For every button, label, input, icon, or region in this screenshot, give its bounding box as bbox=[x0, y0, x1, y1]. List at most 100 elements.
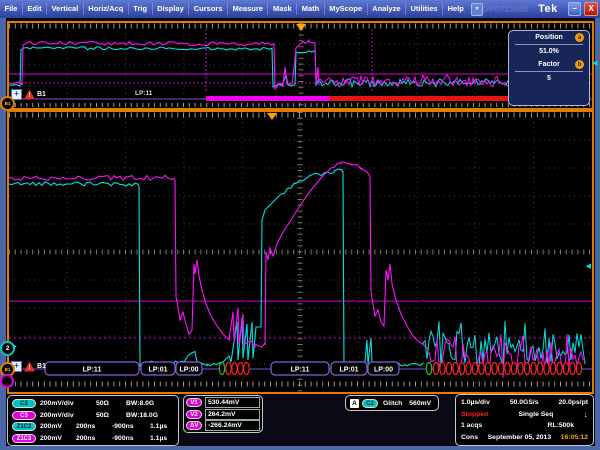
run-state-row: Stopped Single Seq ↓ bbox=[461, 409, 588, 421]
main-waveform-svg: LP:11 LP:01 LP:00 LP:11 LP:01 LP:00 bbox=[9, 112, 592, 392]
acq-count: 1 acqs bbox=[461, 422, 482, 429]
dv-value: -266.24mV bbox=[205, 420, 260, 431]
menu-display[interactable]: Display bbox=[153, 3, 190, 15]
v1-value: 530.44mV bbox=[205, 397, 260, 408]
close-button[interactable]: X bbox=[584, 2, 598, 16]
sample-resolution: 20.0ps/pt bbox=[559, 399, 588, 406]
z1c2-scale: 200mV bbox=[40, 423, 76, 430]
cursor-readout-panel: V1 530.44mV V2 264.2mV ΔV -266.24mV bbox=[183, 395, 263, 433]
overview-waveform-svg bbox=[9, 23, 592, 108]
menu-file[interactable]: File bbox=[0, 3, 23, 15]
overview-bus-b1-marker[interactable]: B1 bbox=[0, 96, 15, 111]
menu-mask[interactable]: Mask bbox=[268, 3, 297, 15]
main-bus-chip: + ! B1 bbox=[11, 361, 46, 372]
trigger-type: Glitch bbox=[383, 400, 402, 407]
overview-bus-chip: + ! B1 bbox=[11, 89, 46, 100]
bus-label: B1 bbox=[37, 363, 46, 370]
v1-badge: V1 bbox=[186, 398, 202, 407]
acq-count-row: 1 acqs RL:500k bbox=[461, 420, 588, 432]
console-label: Cons bbox=[461, 434, 478, 441]
zoom1-ch2-readout-row: Z1C2 200mV 200ns -900ns 1.1µs bbox=[12, 421, 178, 433]
zoom-position-panel: Position a 51.0% Factor b 5 bbox=[508, 30, 590, 106]
svg-text:LP:01: LP:01 bbox=[148, 367, 167, 374]
trigger-level: 560mV bbox=[409, 400, 431, 407]
menu-analyze[interactable]: Analyze bbox=[368, 3, 406, 15]
menu-bar: File Edit Vertical Horiz/Acq Trig Displa… bbox=[0, 0, 600, 18]
acquisition-readout-panel: 1.0µs/div 50.0GS/s 20.0ps/pt Stopped Sin… bbox=[455, 394, 594, 446]
menu-cursors[interactable]: Cursors bbox=[189, 3, 228, 15]
z1c3-position: -900ns bbox=[112, 435, 150, 442]
position-label: Position bbox=[535, 34, 563, 41]
trigger-source-badge: C2 bbox=[362, 399, 378, 408]
v2-badge: V2 bbox=[186, 410, 202, 419]
ch2-arrow-icon: ► bbox=[12, 344, 18, 350]
knob-a-badge[interactable]: a bbox=[575, 33, 584, 42]
z1c2-badge[interactable]: Z1C2 bbox=[12, 422, 36, 431]
z1c2-position: -900ns bbox=[112, 423, 150, 430]
cursor-v2-row: V2 264.2mV bbox=[186, 409, 260, 421]
time-value: 16:05:12 bbox=[561, 434, 588, 441]
a-trigger-icon: A bbox=[350, 399, 359, 408]
record-length: RL:500k bbox=[548, 422, 574, 429]
menu-vertical[interactable]: Vertical bbox=[47, 3, 84, 15]
bus-label: B1 bbox=[37, 91, 46, 98]
zoom1-ch3-readout-row: Z1C3 200mV 200ns -900ns 1.1µs bbox=[12, 433, 178, 445]
z1c3-scale: 200mV bbox=[40, 435, 76, 442]
ch2-readout-row: C2 200mV/div 50Ω BW:8.0G bbox=[12, 398, 178, 410]
bus-warning-icon: ! bbox=[24, 90, 35, 100]
position-value[interactable]: 51.0% bbox=[509, 45, 589, 58]
channel-readout-panel: C2 200mV/div 50Ω BW:8.0G C3 200mV/div 50… bbox=[7, 395, 179, 446]
v2-value: 264.2mV bbox=[205, 409, 260, 420]
svg-text:LP:00: LP:00 bbox=[374, 367, 393, 374]
ch3-position-marker[interactable] bbox=[0, 374, 14, 388]
ch3-bandwidth: BW:18.0G bbox=[126, 412, 158, 419]
menu-edit[interactable]: Edit bbox=[23, 3, 47, 15]
menu-utilities[interactable]: Utilities bbox=[406, 3, 443, 15]
menu-trig[interactable]: Trig bbox=[129, 3, 153, 15]
z1c2-timebase: 200ns bbox=[76, 423, 112, 430]
model-watermark: DPO73304D bbox=[483, 5, 528, 14]
overview-bus-packet-label: LP:11 bbox=[135, 90, 152, 97]
z1c3-badge[interactable]: Z1C3 bbox=[12, 434, 36, 443]
bus-warning-icon: ! bbox=[24, 362, 35, 372]
svg-text:LP:11: LP:11 bbox=[291, 367, 310, 374]
down-arrow-icon: ↓ bbox=[584, 409, 589, 419]
minimize-button[interactable]: – bbox=[568, 2, 582, 16]
overview-waveform-window[interactable]: Position a 51.0% Factor b 5 + ! B1 LP:11 bbox=[7, 21, 594, 110]
ch3-scale: 200mV/div bbox=[40, 412, 96, 419]
svg-text:LP:01: LP:01 bbox=[339, 367, 358, 374]
ch2-bandwidth: BW:8.0G bbox=[126, 400, 154, 407]
knob-b-badge[interactable]: b bbox=[575, 60, 584, 69]
ch3-badge[interactable]: C3 bbox=[12, 411, 36, 420]
overview-right-edge-arrow-icon: ◀ bbox=[592, 59, 597, 67]
ch3-readout-row: C3 200mV/div 50Ω BW:18.0G bbox=[12, 410, 178, 422]
ch2-termination: 50Ω bbox=[96, 400, 126, 407]
menu-myscope[interactable]: MyScope bbox=[325, 3, 368, 15]
trigger-readout-panel: A C2 Glitch 560mV bbox=[345, 395, 439, 411]
ch2-badge[interactable]: C2 bbox=[12, 399, 36, 408]
menu-overflow-button[interactable]: ▼ bbox=[471, 3, 482, 16]
acq-mode: Single Seq bbox=[518, 411, 553, 418]
date-value: September 05, 2013 bbox=[488, 434, 551, 441]
factor-label: Factor bbox=[538, 61, 559, 68]
menu-math[interactable]: Math bbox=[297, 3, 325, 15]
run-state: Stopped bbox=[461, 411, 488, 418]
tek-logo: Tek bbox=[538, 3, 558, 15]
svg-text:LP:00: LP:00 bbox=[179, 367, 198, 374]
dv-badge: ΔV bbox=[186, 421, 202, 430]
ch2-scale: 200mV/div bbox=[40, 400, 96, 407]
sample-rate: 50.0GS/s bbox=[510, 399, 539, 406]
z1c2-span: 1.1µs bbox=[150, 423, 167, 430]
factor-value[interactable]: 5 bbox=[509, 72, 589, 85]
cursor-dv-row: ΔV -266.24mV bbox=[186, 420, 260, 432]
menu-measure[interactable]: Measure bbox=[228, 3, 268, 15]
menu-help[interactable]: Help bbox=[443, 3, 468, 15]
main-waveform-window[interactable]: LP:11 LP:01 LP:00 LP:11 LP:01 LP:00 + ! B1 ◀ bbox=[7, 110, 594, 394]
cursor-v1-row: V1 530.44mV bbox=[186, 397, 260, 409]
svg-text:LP:11: LP:11 bbox=[83, 367, 102, 374]
timebase-row: 1.0µs/div 50.0GS/s 20.0ps/pt bbox=[461, 397, 588, 409]
ch3-termination: 50Ω bbox=[96, 412, 126, 419]
timebase-value: 1.0µs/div bbox=[461, 399, 490, 406]
menu-horiz-acq[interactable]: Horiz/Acq bbox=[84, 3, 129, 15]
ch2-right-edge-arrow-icon: ◀ bbox=[586, 262, 591, 270]
